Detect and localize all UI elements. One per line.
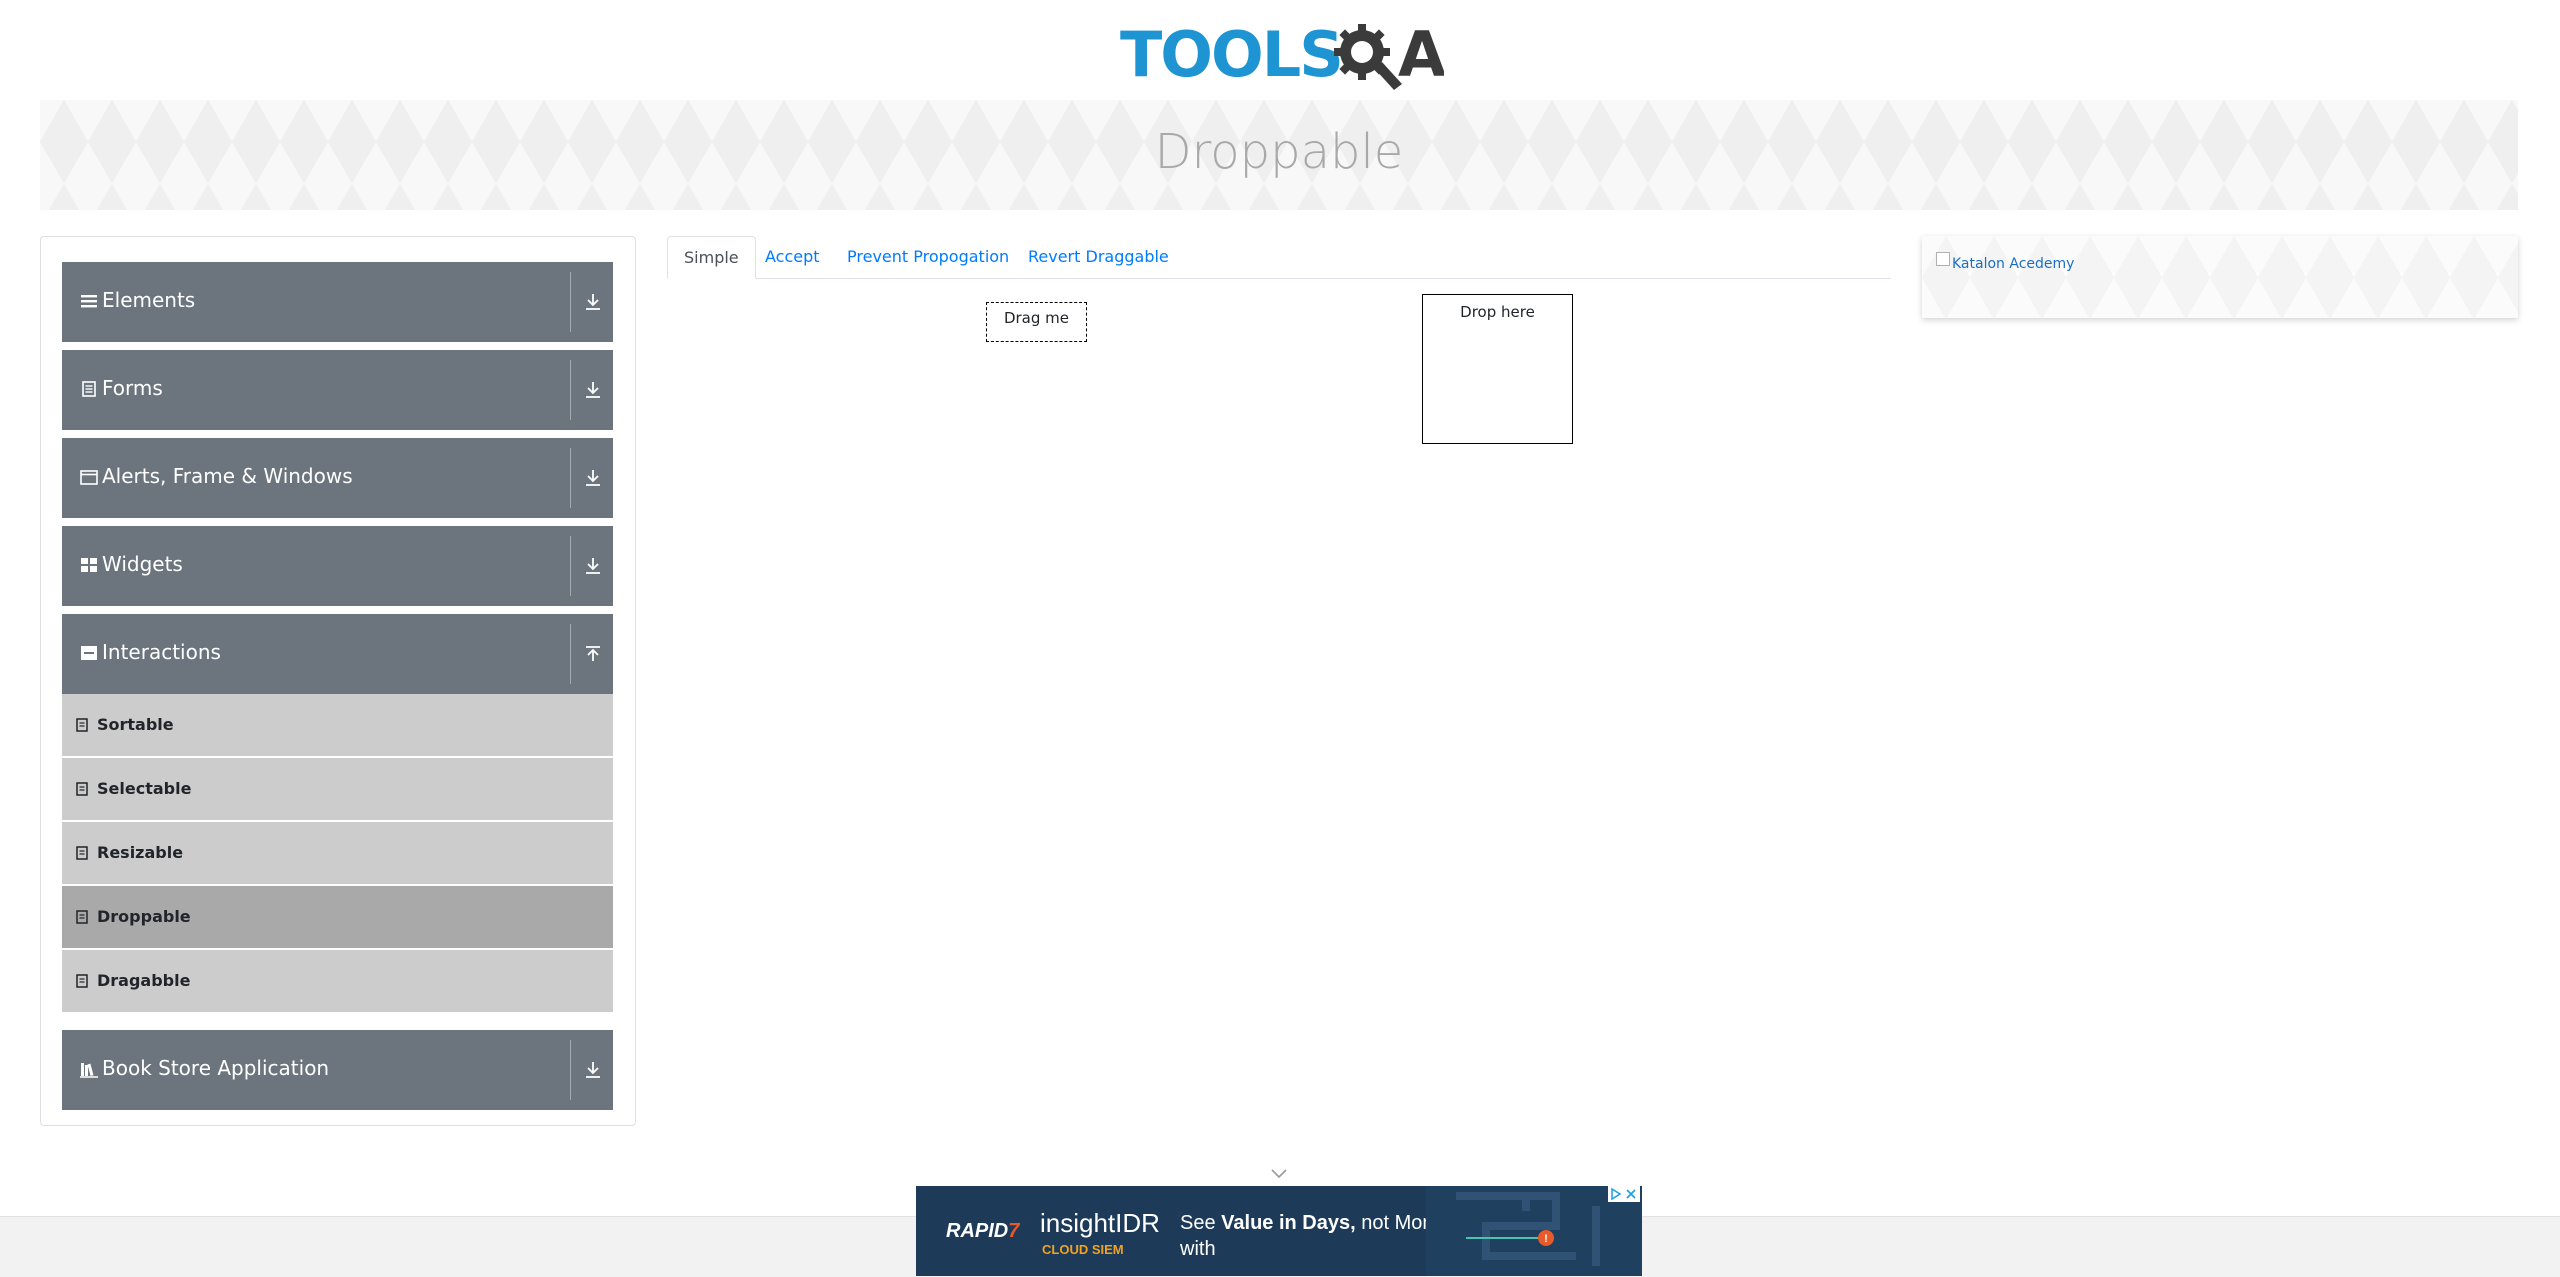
window-icon	[80, 470, 98, 485]
bottom-ad-banner[interactable]: RAPID7 insightIDR CLOUD SIEM See Value i…	[916, 1186, 1642, 1276]
tab-prevent-propogation[interactable]: Prevent Propogation	[831, 236, 1025, 277]
tab-simple[interactable]: Simple	[667, 236, 756, 279]
ad-tagline-bold: Value in Days,	[1221, 1212, 1356, 1234]
sidebar-group-forms[interactable]: Forms	[62, 350, 613, 430]
ad-subproduct: CLOUD SIEM	[1042, 1242, 1124, 1257]
menu-item-icon	[76, 718, 88, 732]
divider	[570, 360, 571, 420]
logo-text-secondary: A	[1398, 18, 1444, 90]
svg-text:!: !	[1544, 1233, 1548, 1245]
menu-item-icon	[76, 846, 88, 860]
sidebar-item-dragabble[interactable]: Dragabble	[62, 950, 613, 1012]
sidebar-group-label: Alerts, Frame & Windows	[102, 464, 353, 488]
download-arrow-icon[interactable]	[584, 380, 602, 400]
tab-accept[interactable]: Accept	[749, 236, 836, 277]
sidebar-group-label: Elements	[102, 288, 196, 312]
divider	[570, 448, 571, 508]
logo-graphic: TOOLS A	[1120, 18, 1448, 91]
divider	[570, 624, 571, 684]
ad-brand-accent: 7	[1008, 1220, 1020, 1242]
divider	[570, 1040, 571, 1100]
sidebar-item-label: Dragabble	[97, 971, 191, 990]
ad-brand-name: RAPID	[946, 1220, 1009, 1242]
sidebar-item-label: Selectable	[97, 779, 192, 798]
draggable-box[interactable]: Drag me	[986, 302, 1087, 342]
sidebar-group-label: Interactions	[102, 640, 221, 664]
sidebar-item-resizable[interactable]: Resizable	[62, 822, 613, 884]
menu-item-icon	[76, 782, 88, 796]
page-banner: Droppable	[40, 100, 2518, 210]
divider	[570, 272, 571, 332]
ad-brand: RAPID7	[946, 1220, 1019, 1243]
toolsqa-logo[interactable]: TOOLS A	[1120, 14, 1448, 91]
droppable-tabs: Simple Accept Prevent Propogation Revert…	[667, 236, 1891, 279]
upload-arrow-icon[interactable]	[584, 644, 602, 664]
sidebar-group-label: Forms	[102, 376, 163, 400]
ad-tagline-prefix: See	[1180, 1212, 1222, 1234]
katalon-ad-card[interactable]: Katalon Acedemy	[1922, 236, 2518, 318]
download-arrow-icon[interactable]	[584, 1060, 602, 1080]
sidebar-group-book-store[interactable]: Book Store Application	[62, 1030, 613, 1110]
sidebar-group-label: Book Store Application	[102, 1056, 330, 1080]
download-arrow-icon[interactable]	[584, 292, 602, 312]
logo-text-primary: TOOLS	[1120, 18, 1342, 90]
interactions-icon	[81, 646, 97, 660]
broken-image-icon	[1936, 252, 1950, 266]
menu-item-icon	[76, 910, 88, 924]
ad-product-name: insightIDR	[1040, 1208, 1160, 1238]
chevron-down-icon[interactable]	[1270, 1168, 1288, 1180]
divider	[570, 536, 571, 596]
tab-revert-draggable[interactable]: Revert Draggable	[1012, 236, 1185, 277]
sidebar-group-elements[interactable]: Elements	[62, 262, 613, 342]
katalon-academy-link[interactable]: Katalon Acedemy	[1952, 256, 2074, 272]
sidebar-item-selectable[interactable]: Selectable	[62, 758, 613, 820]
page-title: Droppable	[1154, 124, 1404, 180]
list-icon	[81, 295, 97, 308]
download-arrow-icon[interactable]	[584, 468, 602, 488]
download-arrow-icon[interactable]	[584, 556, 602, 576]
gear-icon	[1334, 24, 1402, 90]
sidebar-group-alerts[interactable]: Alerts, Frame & Windows	[62, 438, 613, 518]
sidebar-group-widgets[interactable]: Widgets	[62, 526, 613, 606]
sidebar-group-interactions[interactable]: Interactions	[62, 614, 613, 694]
menu-item-icon	[76, 974, 88, 988]
sidebar-panel: Elements Forms Alerts, Frame & Windows W…	[40, 236, 636, 1126]
sidebar-item-label: Sortable	[97, 715, 174, 734]
sidebar-item-label: Resizable	[97, 843, 184, 862]
widgets-icon	[81, 558, 97, 572]
sidebar-item-droppable[interactable]: Droppable	[62, 886, 613, 948]
sidebar-item-label: Droppable	[97, 907, 191, 926]
adchoices-icon[interactable]	[1608, 1186, 1640, 1202]
books-icon	[80, 1063, 98, 1078]
form-icon	[82, 381, 96, 397]
sidebar-group-label: Widgets	[102, 552, 183, 576]
droppable-target[interactable]: Drop here	[1422, 294, 1573, 444]
sidebar-item-sortable[interactable]: Sortable	[62, 694, 613, 756]
